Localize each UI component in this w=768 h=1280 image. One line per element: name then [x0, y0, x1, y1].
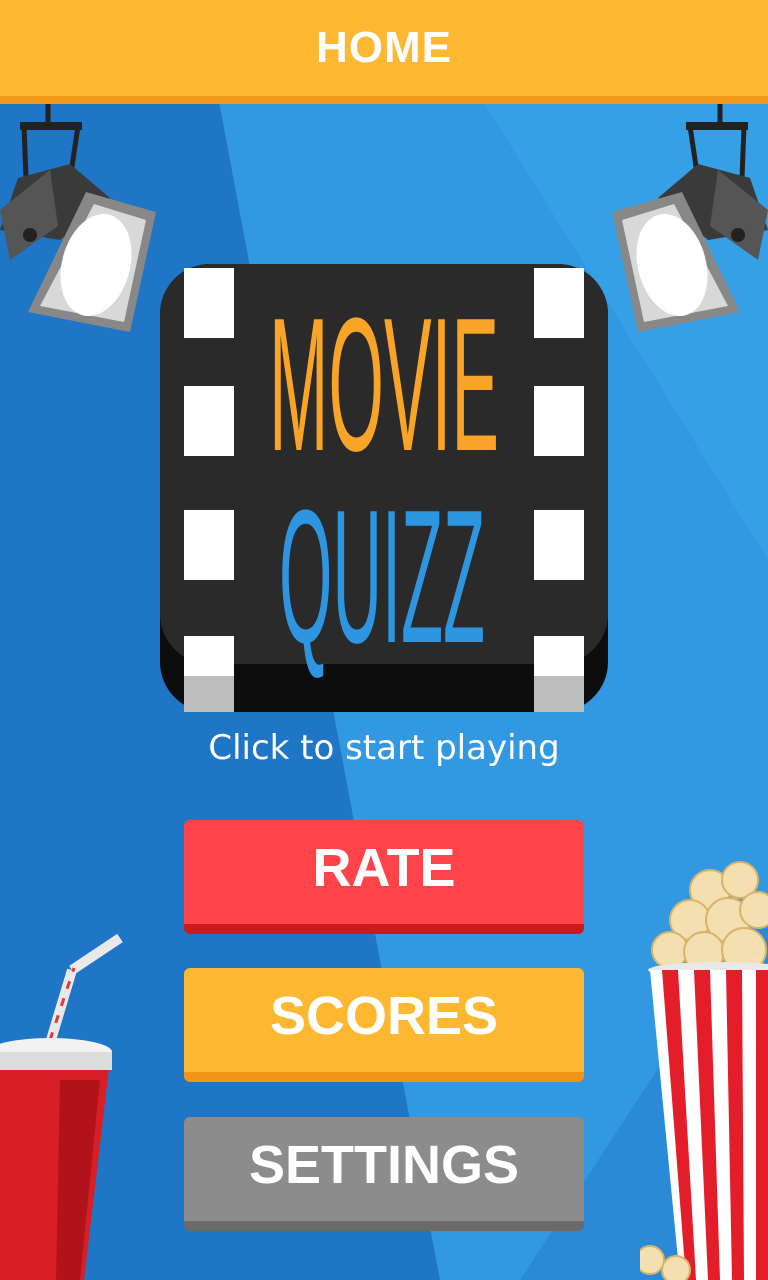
- settings-button[interactable]: SETTINGS: [184, 1117, 584, 1231]
- settings-button-label: SETTINGS: [248, 1135, 520, 1195]
- spotlight-left-icon: [0, 100, 156, 332]
- scores-button-label: SCORES: [269, 986, 499, 1046]
- start-game-logo-button[interactable]: MOVIE QUIZZ: [160, 264, 608, 712]
- header-bar: HOME: [0, 0, 768, 104]
- page-title: HOME: [316, 23, 452, 72]
- film-strip-logo-icon: MOVIE QUIZZ: [160, 264, 608, 712]
- start-hint-text: Click to start playing: [208, 728, 560, 768]
- popcorn-bucket-icon: [640, 861, 768, 1280]
- spotlight-right-icon: [612, 100, 768, 332]
- logo-text-quizz: QUIZZ: [279, 471, 485, 683]
- soda-cup-icon: [0, 933, 123, 1280]
- rate-button[interactable]: RATE: [184, 820, 584, 934]
- scores-button[interactable]: SCORES: [184, 968, 584, 1082]
- logo-text-movie: MOVIE: [269, 279, 499, 491]
- rate-button-label: RATE: [312, 838, 456, 898]
